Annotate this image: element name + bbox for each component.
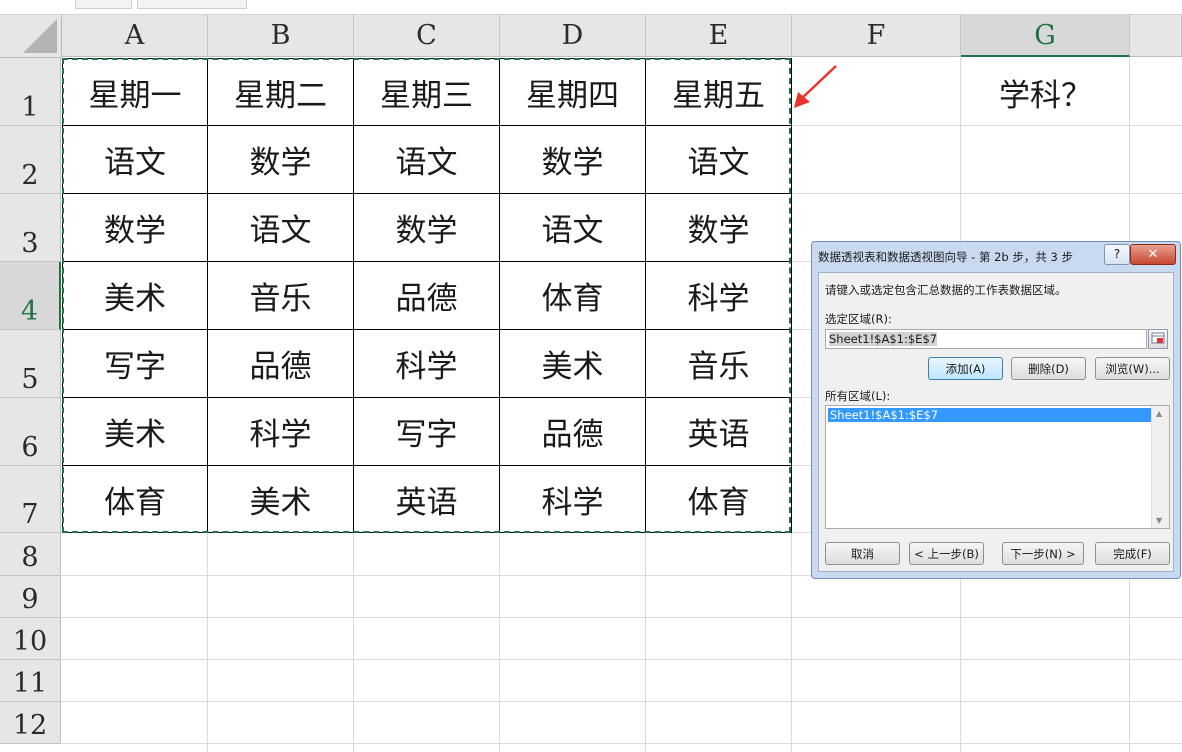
pivot-wizard-dialog: 数据透视表和数据透视图向导 - 第 2b 步，共 3 步 ? ✕ 请键入或选定包… [811,241,1181,579]
sheet-tab-edge[interactable] [75,0,132,9]
scroll-up-icon[interactable]: ▲ [1156,409,1162,418]
row-header-9[interactable]: 9 [0,576,61,618]
row-header-2[interactable]: 2 [0,126,61,194]
cell-b2[interactable]: 数学 [208,126,354,194]
range-label: 选定区域(R): [825,312,892,326]
annotation-arrow [794,65,837,108]
browse-button[interactable]: 浏览(W)... [1095,357,1170,380]
cell-e3[interactable]: 数学 [646,194,792,262]
instruction-text: 请键入或选定包含汇总数据的工作表数据区域。 [825,283,1067,297]
cell-c1[interactable]: 星期三 [354,58,500,126]
dialog-body: 请键入或选定包含汇总数据的工作表数据区域。 选定区域(R): Sheet1!$A… [818,272,1174,572]
finish-button[interactable]: 完成(F) [1095,542,1170,565]
cell-c4[interactable]: 品德 [354,262,500,330]
cell-c2[interactable]: 语文 [354,126,500,194]
collapse-dialog-button[interactable] [1148,329,1168,349]
close-button[interactable]: ✕ [1130,244,1176,265]
cell-a3[interactable]: 数学 [62,194,208,262]
row-header-11[interactable]: 11 [0,660,61,702]
cell-e7[interactable]: 体育 [646,466,792,533]
row-header-8[interactable]: 8 [0,533,61,576]
row-header-3[interactable]: 3 [0,194,61,262]
column-header-f[interactable]: F [792,15,961,57]
column-header-a[interactable]: A [62,15,208,57]
cell-c3[interactable]: 数学 [354,194,500,262]
cell-d3[interactable]: 语文 [500,194,646,262]
cell-a6[interactable]: 美术 [62,398,208,466]
gridline [62,743,1182,744]
cell-b5[interactable]: 品德 [208,330,354,398]
cell-d2[interactable]: 数学 [500,126,646,194]
cancel-button[interactable]: 取消 [825,542,900,565]
row-header-7[interactable]: 7 [0,466,61,533]
cell-c5[interactable]: 科学 [354,330,500,398]
cell-d5[interactable]: 美术 [500,330,646,398]
cell-b6[interactable]: 科学 [208,398,354,466]
cell-e5[interactable]: 音乐 [646,330,792,398]
gridline [62,659,1182,660]
range-input[interactable]: Sheet1!$A$1:$E$7 [825,329,1147,349]
cell-c6[interactable]: 写字 [354,398,500,466]
row-header-5[interactable]: 5 [0,330,61,398]
column-header-g[interactable]: G [961,15,1130,57]
cell-d7[interactable]: 科学 [500,466,646,533]
cell-e2[interactable]: 语文 [646,126,792,194]
range-picker-icon [1151,332,1165,344]
cell-b4[interactable]: 音乐 [208,262,354,330]
cell-d4[interactable]: 体育 [500,262,646,330]
next-step-button[interactable]: 下一步(N) > [1002,542,1084,565]
cell-d6[interactable]: 品德 [500,398,646,466]
list-item[interactable]: Sheet1!$A$1:$E$7 [828,408,1152,422]
column-header-d[interactable]: D [500,15,646,57]
dialog-titlebar[interactable]: 数据透视表和数据透视图向导 - 第 2b 步，共 3 步 ? ✕ [812,242,1180,270]
row-header-1[interactable]: 1 [0,58,61,126]
cell-c7[interactable]: 英语 [354,466,500,533]
column-header-c[interactable]: C [354,15,500,57]
cell-d1[interactable]: 星期四 [500,58,646,126]
row-header-12[interactable]: 12 [0,702,61,744]
select-all-corner[interactable] [0,15,62,58]
cell-b7[interactable]: 美术 [208,466,354,533]
sheet-tab-edge[interactable] [137,0,247,9]
cell-a5[interactable]: 写字 [62,330,208,398]
cell-e4[interactable]: 科学 [646,262,792,330]
cell-b1[interactable]: 星期二 [208,58,354,126]
cell-a1[interactable]: 星期一 [62,58,208,126]
cell-g1[interactable]: 学科？ [961,58,1130,126]
cell-a7[interactable]: 体育 [62,466,208,533]
ribbon-edge [0,0,1182,15]
column-header-b[interactable]: B [208,15,354,57]
column-header-e[interactable]: E [646,15,792,57]
all-ranges-list[interactable]: Sheet1!$A$1:$E$7 ▲ ▼ [825,405,1170,529]
cell-e6[interactable]: 英语 [646,398,792,466]
delete-button[interactable]: 删除(D) [1011,357,1086,380]
column-header-filler [1130,15,1182,57]
range-input-value: Sheet1!$A$1:$E$7 [829,332,938,346]
dialog-title: 数据透视表和数据透视图向导 - 第 2b 步，共 3 步 [818,250,1074,264]
gridline [62,701,1182,702]
cell-a4[interactable]: 美术 [62,262,208,330]
add-button[interactable]: 添加(A) [928,357,1003,380]
list-scrollbar[interactable]: ▲ ▼ [1151,406,1169,528]
help-button[interactable]: ? [1104,244,1130,265]
prev-step-button[interactable]: < 上一步(B) [909,542,984,565]
all-ranges-label: 所有区域(L): [825,389,891,403]
cell-a2[interactable]: 语文 [62,126,208,194]
cell-e1[interactable]: 星期五 [646,58,792,126]
cell-b3[interactable]: 语文 [208,194,354,262]
row-header-6[interactable]: 6 [0,398,61,466]
row-header-4[interactable]: 4 [0,262,61,330]
row-header-10[interactable]: 10 [0,618,61,660]
gridline [62,617,1182,618]
scroll-down-icon[interactable]: ▼ [1156,516,1162,525]
